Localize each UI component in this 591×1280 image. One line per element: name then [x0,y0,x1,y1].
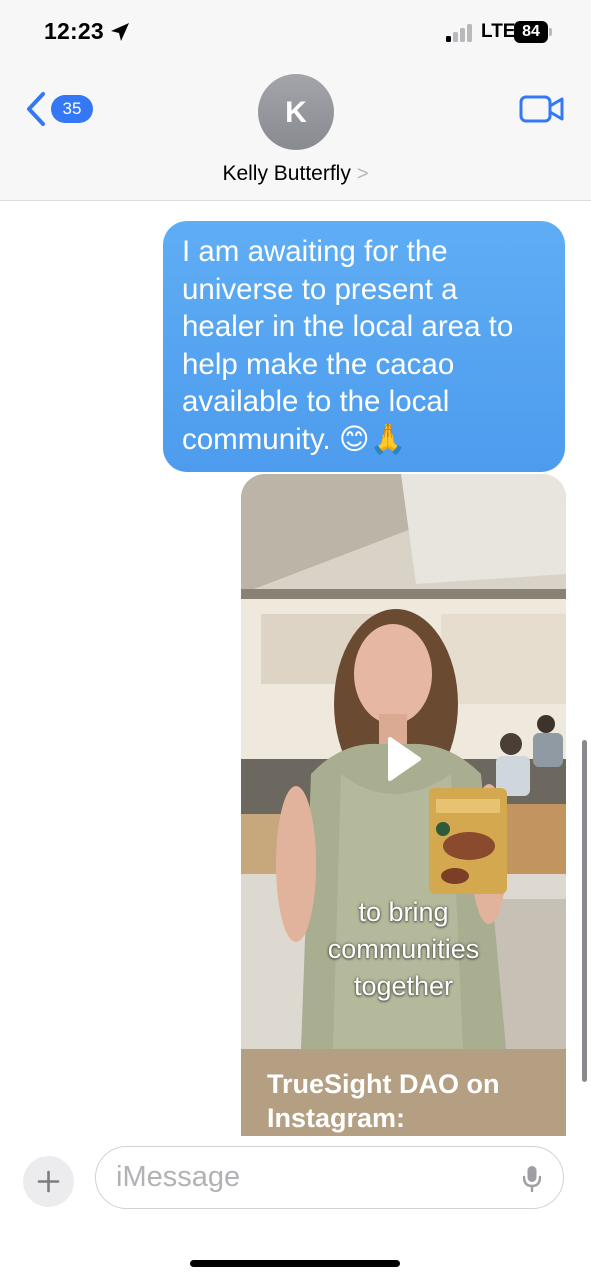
microphone-icon[interactable] [522,1165,542,1192]
plus-button[interactable] [23,1156,74,1207]
location-arrow-icon [111,23,129,41]
message-input[interactable] [95,1146,564,1209]
battery-cap [549,28,552,36]
link-preview-title: TrueSight DAO on Instagram: [267,1069,500,1133]
compose-bar [0,1136,591,1280]
back-unread-badge[interactable]: 35 [51,95,93,123]
link-preview-footer[interactable]: TrueSight DAO on Instagram: [241,1049,566,1136]
contact-name-button[interactable]: Kelly Butterfly > [0,160,591,188]
contact-name: Kelly Butterfly [222,162,351,185]
signal-icon [446,24,476,42]
conversation-header: 12:23 LTE 84 35 K Kelly Butterfly > [0,0,591,201]
chevron-left-icon[interactable] [24,90,48,128]
video-caption: to bring communities together [327,897,480,1001]
play-icon[interactable] [386,736,422,782]
video-camera-icon[interactable] [519,94,565,124]
scroll-indicator[interactable] [582,740,587,1082]
outgoing-message-bubble[interactable]: I am awaiting for the universe to presen… [163,221,565,472]
link-preview-card[interactable]: to bring communities together TrueSight … [241,474,566,1136]
chevron-right-icon: > [356,163,369,185]
avatar[interactable]: K [258,74,334,150]
status-time: 12:23 [44,18,104,44]
battery-icon: 84 [514,21,548,43]
plus-icon [37,1170,60,1193]
network-label: LTE [481,21,516,42]
home-indicator[interactable] [190,1260,400,1267]
